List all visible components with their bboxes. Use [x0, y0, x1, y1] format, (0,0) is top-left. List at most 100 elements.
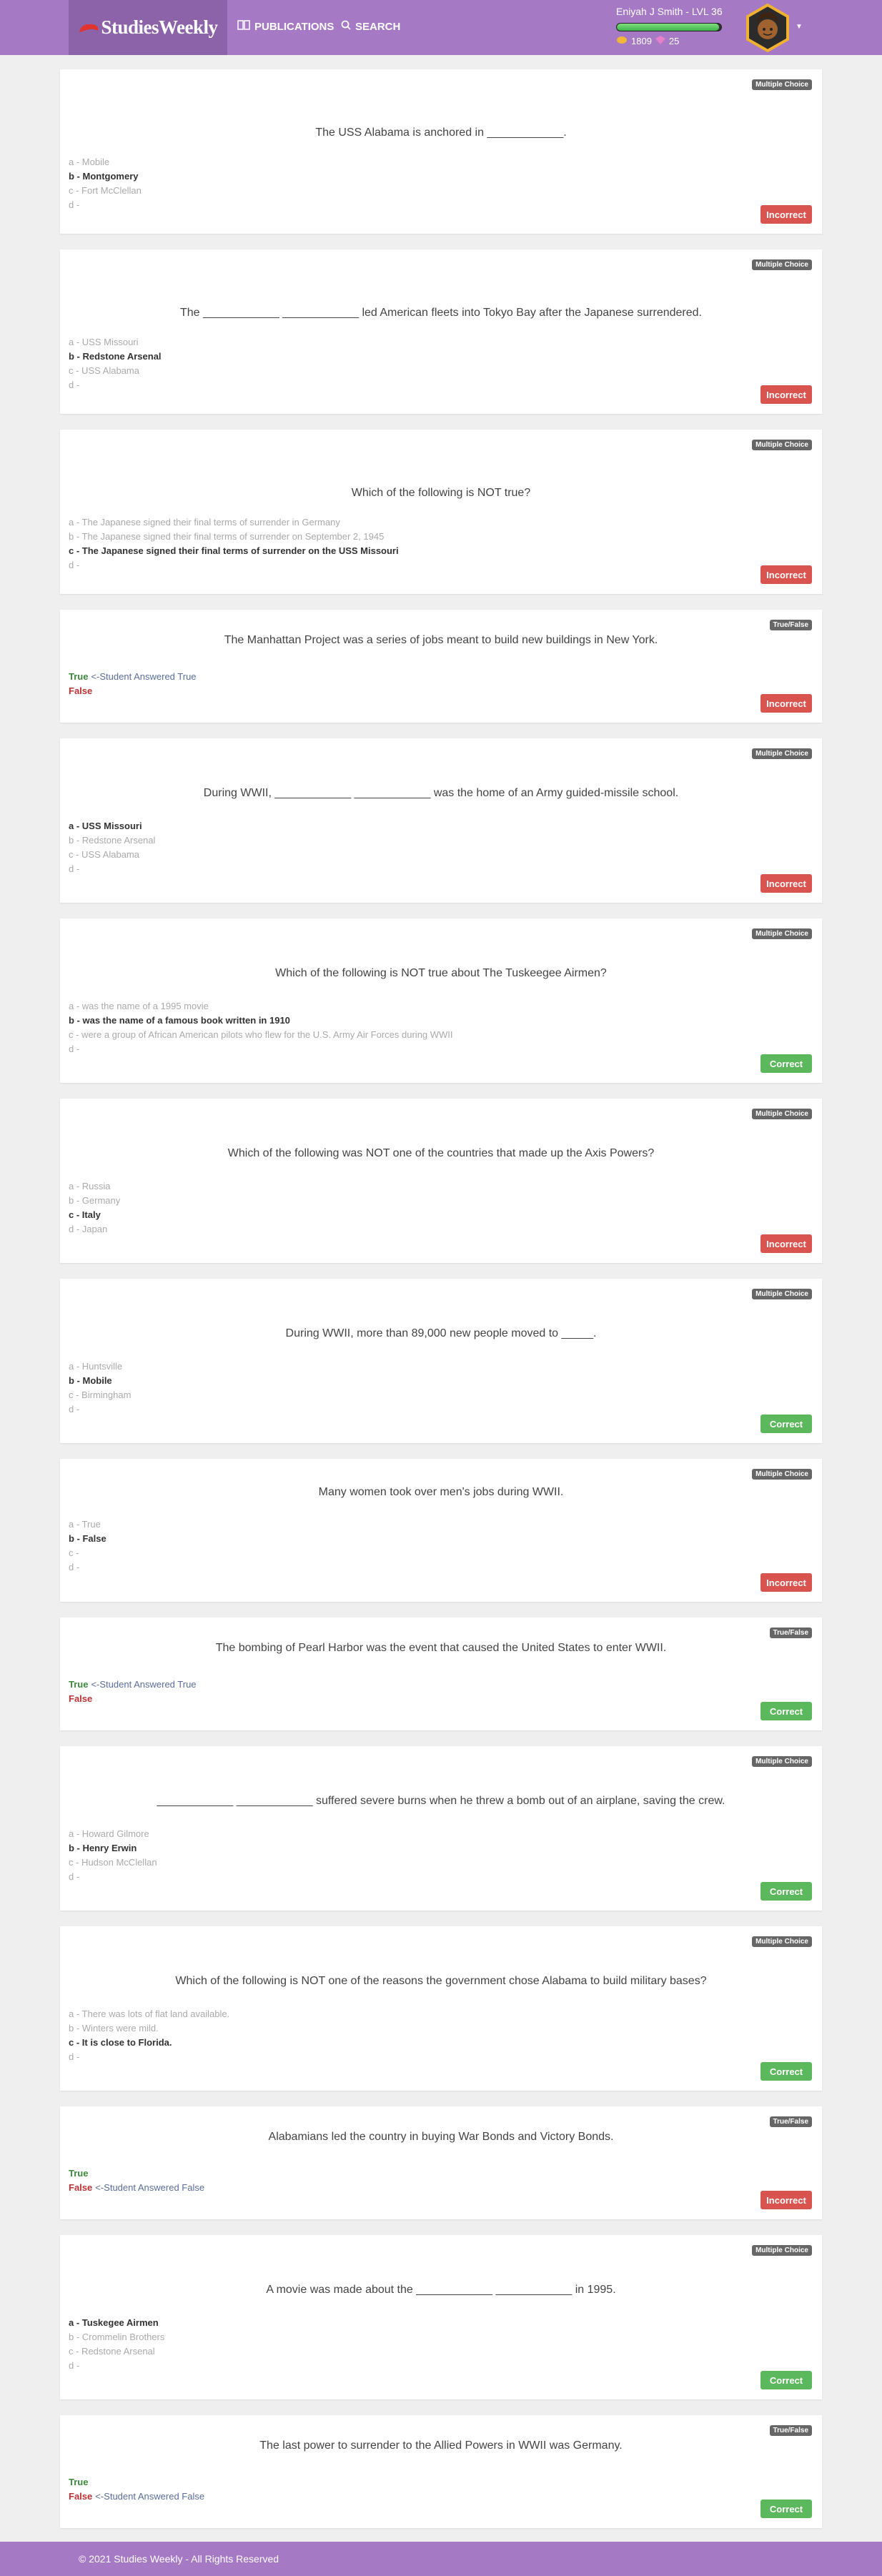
chevron-down-icon[interactable]: ▼ — [796, 23, 803, 31]
result-badge: Correct — [760, 2371, 812, 2389]
question-card: Multiple Choice During WWII, ____________… — [60, 738, 822, 903]
result-badge: Incorrect — [760, 1234, 812, 1253]
answer-option: c - were a group of African American pil… — [69, 1029, 453, 1040]
answer-option: d - — [69, 199, 80, 210]
question-card: True/False The bombing of Pearl Harbor wa… — [60, 1618, 822, 1730]
question-type-badge: Multiple Choice — [752, 2245, 812, 2256]
question-card: True/False The last power to surrender to… — [60, 2415, 822, 2528]
answer-options: a - There was lots of flat land availabl… — [69, 2007, 229, 2064]
question-card: Multiple Choice The USS Alabama is anchor… — [60, 69, 822, 234]
question-type-badge: Multiple Choice — [752, 928, 812, 939]
question-text: Which of the following is NOT true about… — [275, 967, 607, 979]
answer-option: c - Hudson McClellan — [69, 1857, 157, 1868]
result-badge: Correct — [760, 1882, 812, 1901]
xp-progress-fill — [617, 24, 720, 31]
answer-options: True <-Student Answered True False — [69, 1678, 197, 1706]
nav-search[interactable]: SEARCH — [341, 20, 400, 33]
question-text: A movie was made about the ____________ … — [266, 2284, 616, 2296]
answer-option: c - Birmingham — [69, 1389, 132, 1400]
answer-options: a - USS Missouri b - Redstone Arsenal c - … — [69, 335, 162, 392]
answer-option: b - Crommelin Brothers — [69, 2332, 165, 2342]
answer-options: a - Russia b - Germany c - Italy d - Japan — [69, 1179, 120, 1237]
answer-option: d - — [69, 1404, 80, 1415]
answer-option: d - Japan — [69, 1224, 108, 1234]
answer-option: c - USS Alabama — [69, 365, 139, 376]
answer-option: a - The Japanese signed their final term… — [69, 517, 340, 527]
true-label: True — [69, 2168, 89, 2179]
question-text: ____________ ____________ suffered sever… — [157, 1795, 725, 1807]
false-option: False — [69, 684, 197, 698]
question-type-badge: Multiple Choice — [752, 1756, 812, 1767]
answer-option: b - The Japanese signed their final term… — [69, 531, 385, 542]
coin-icon — [616, 36, 628, 46]
question-text: Which of the following was NOT one of th… — [227, 1147, 655, 1159]
result-badge: Incorrect — [760, 385, 812, 404]
answer-option: d - — [69, 1044, 80, 1054]
answer-options: a - USS Missouri b - Redstone Arsenal c - … — [69, 819, 155, 876]
false-label: False — [69, 1693, 93, 1704]
answer-option: b - Henry Erwin — [69, 1843, 137, 1853]
question-text: Which of the following is NOT true? — [351, 487, 531, 499]
answer-option: d - — [69, 1871, 80, 1882]
question-type-badge: True/False — [769, 2425, 812, 2436]
question-type-badge: Multiple Choice — [752, 1109, 812, 1119]
answer-option: b - Montgomery — [69, 171, 139, 182]
answer-option: a - True — [69, 1519, 101, 1530]
answer-option: c - The Japanese signed their final term… — [69, 545, 399, 556]
answer-options: a - Huntsville b - Mobile c - Birmingham d … — [69, 1359, 131, 1417]
answer-option: d - — [69, 863, 80, 874]
question-card: True/False Alabamians led the country in … — [60, 2106, 822, 2219]
answer-option: c - Fort McClellan — [69, 185, 142, 196]
answer-option: d - — [69, 1562, 80, 1572]
true-label: True — [69, 2477, 89, 2487]
nav-publications-label: PUBLICATIONS — [254, 20, 335, 33]
currency-row: 1809 25 — [616, 36, 679, 46]
answer-option: a - was the name of a 1995 movie — [69, 1001, 209, 1011]
logo-text: StudiesWeekly — [101, 16, 218, 38]
answer-options: a - True b - False c - d - — [69, 1517, 106, 1575]
student-answer-note: <-Student Answered True — [91, 1679, 197, 1690]
question-text: During WWII, ____________ ____________ w… — [203, 787, 679, 799]
answer-option: b - Winters were mild. — [69, 2023, 159, 2033]
top-navbar: StudiesWeekly PUBLICATIONS SEARCH Eniyah… — [0, 0, 882, 55]
question-type-badge: Multiple Choice — [752, 1289, 812, 1299]
page-footer: © 2021 Studies Weekly - All Rights Reser… — [0, 2542, 882, 2576]
answer-option: b - Redstone Arsenal — [69, 351, 162, 362]
nav-search-label: SEARCH — [355, 20, 401, 33]
student-answer-note: <-Student Answered False — [95, 2491, 205, 2502]
false-label: False — [69, 2182, 93, 2193]
false-option: False — [69, 1692, 197, 1706]
answer-option: c - It is close to Florida. — [69, 2037, 172, 2048]
answer-option: a - Russia — [69, 1181, 111, 1192]
result-badge: Incorrect — [760, 565, 812, 584]
true-option: True — [69, 2475, 204, 2490]
true-option: True <-Student Answered True — [69, 1678, 197, 1692]
answer-option: a - Huntsville — [69, 1361, 123, 1372]
user-avatar[interactable] — [743, 3, 792, 53]
studies-weekly-logo[interactable]: StudiesWeekly — [69, 0, 227, 55]
question-card: Multiple Choice Many women took over men'… — [60, 1459, 822, 1602]
answer-option: b - Mobile — [69, 1375, 112, 1386]
result-badge: Incorrect — [760, 2191, 812, 2209]
answer-option: a - Mobile — [69, 157, 110, 167]
answer-option: c - Redstone Arsenal — [69, 2346, 155, 2357]
answer-option: c - — [69, 1547, 79, 1558]
result-badge: Correct — [760, 1415, 812, 1433]
true-option: True — [69, 2166, 204, 2181]
question-card: Multiple Choice Which of the following wa… — [60, 1099, 822, 1263]
answer-options: a - Howard Gilmore b - Henry Erwin c - Hud… — [69, 1827, 157, 1884]
user-status: Eniyah J Smith - LVL 36 1809 25 — [615, 4, 729, 51]
question-text: Many women took over men's jobs during W… — [318, 1486, 564, 1498]
question-type-badge: True/False — [769, 1628, 812, 1638]
question-text: The bombing of Pearl Harbor was the even… — [215, 1642, 667, 1654]
nav-publications[interactable]: PUBLICATIONS — [237, 20, 334, 33]
question-card: True/False The Manhattan Project was a se… — [60, 610, 822, 723]
result-badge: Correct — [760, 2062, 812, 2081]
question-type-badge: Multiple Choice — [752, 1469, 812, 1480]
question-card: Multiple Choice Which of the following is… — [60, 430, 822, 594]
question-text: The ____________ ____________ led Americ… — [179, 307, 702, 319]
question-text: The USS Alabama is anchored in _________… — [315, 127, 567, 139]
question-card: Multiple Choice During WWII, more than 89… — [60, 1279, 822, 1443]
answer-options: True False <-Student Answered False — [69, 2166, 204, 2195]
result-badge: Incorrect — [760, 874, 812, 893]
